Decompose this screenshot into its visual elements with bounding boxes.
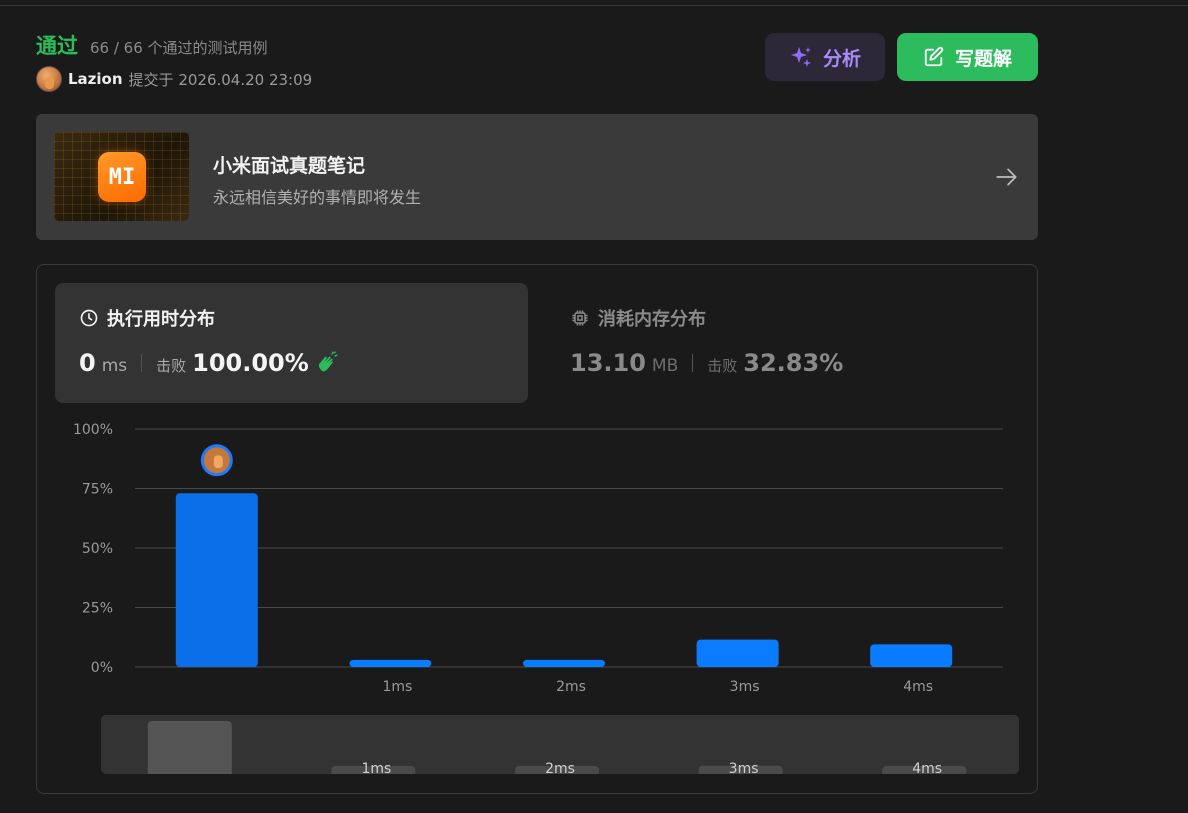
runtime-bar[interactable] — [870, 644, 953, 667]
status-label: 通过 — [36, 34, 78, 58]
navigator-label: 3ms — [729, 761, 759, 774]
x-tick-label: 1ms — [382, 679, 412, 695]
x-tick-label: 2ms — [556, 679, 586, 695]
runtime-distribution-chart: 100% 75% 50% 25% 0% 1ms 2ms 3ms 4ms — [73, 422, 1003, 695]
edit-icon — [923, 46, 945, 68]
y-tick-label: 50% — [82, 541, 113, 557]
runtime-bar[interactable] — [523, 659, 605, 667]
write-solution-label: 写题解 — [954, 47, 1012, 70]
write-solution-button[interactable]: 写题解 — [897, 33, 1038, 81]
y-tick-label: 75% — [82, 482, 113, 498]
xiaomi-logo: MI — [98, 152, 146, 202]
arrow-right-icon[interactable] — [994, 164, 1020, 190]
testcase-count: 66 / 66 个通过的测试用例 — [90, 39, 268, 57]
status-row: 通过 66 / 66 个通过的测试用例 — [36, 30, 268, 60]
runtime-bar[interactable] — [349, 659, 432, 667]
navigator-label: 2ms — [545, 761, 575, 774]
chart-range-navigator[interactable]: 1ms 2ms 3ms 4ms — [101, 715, 1019, 774]
stats-container: 执行用时分布 0 ms 击败 100.00% 消耗内存分布 13.10 MB 击… — [36, 264, 1038, 794]
navigator-bar — [147, 721, 232, 774]
promo-banner[interactable]: MI 小米面试真题笔记 永远相信美好的事情即将发生 — [36, 114, 1038, 240]
banner-title: 小米面试真题笔记 — [213, 155, 366, 177]
analyze-button[interactable]: 分析 — [765, 33, 885, 81]
x-tick-label: 4ms — [903, 679, 933, 695]
y-tick-label: 0% — [91, 660, 113, 676]
sparkle-icon — [789, 45, 813, 69]
navigator-label: 1ms — [361, 761, 391, 774]
x-tick-label: 3ms — [730, 679, 760, 695]
runtime-bar[interactable] — [175, 493, 258, 667]
banner-subtitle: 永远相信美好的事情即将发生 — [213, 188, 422, 207]
user-avatar[interactable] — [36, 66, 62, 92]
y-tick-label: 25% — [82, 601, 113, 617]
runtime-bar[interactable] — [696, 639, 779, 667]
my-submission-avatar[interactable] — [200, 444, 233, 477]
username[interactable]: Lazion — [68, 70, 123, 88]
analyze-label: 分析 — [822, 47, 861, 70]
submission-time: 提交于 2026.04.20 23:09 — [128, 70, 313, 89]
submitter-row: Lazion 提交于 2026.04.20 23:09 — [36, 66, 312, 92]
banner-thumbnail: MI — [54, 132, 189, 221]
y-tick-label: 100% — [73, 422, 113, 438]
navigator-label: 4ms — [912, 761, 942, 774]
